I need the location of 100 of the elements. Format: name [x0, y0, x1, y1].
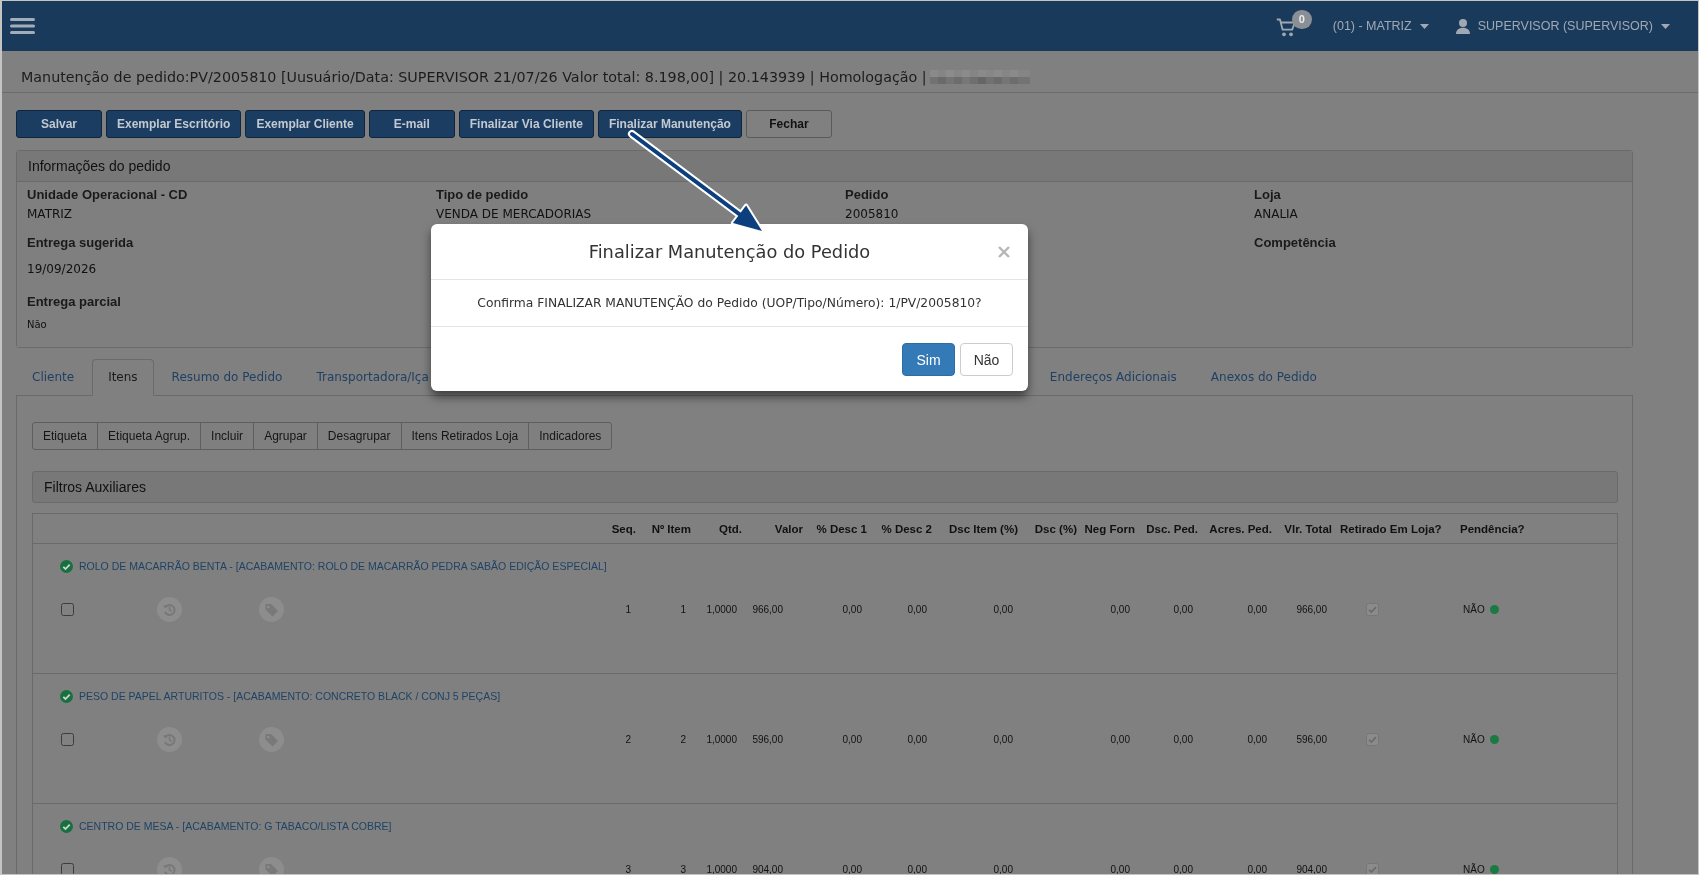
product-link[interactable]: CENTRO DE MESA - [ACABAMENTO: G TABACO/LISTA COBRE]	[79, 820, 392, 832]
column-header: Acres. Ped.	[1209, 522, 1272, 535]
action-button[interactable]: Fechar	[745, 110, 832, 138]
column-header: Neg Forn	[1084, 522, 1135, 535]
check-circle-icon	[60, 559, 73, 573]
table-cell: 1	[625, 604, 631, 615]
toolbar-button[interactable]: Agrupar	[253, 422, 318, 450]
table-cell: 904,00	[752, 864, 783, 874]
row-checkbox[interactable]	[61, 603, 74, 616]
table-cell: 966,00	[1296, 604, 1327, 615]
field-label: Tipo de pedido	[436, 186, 530, 204]
column-header: Retirado Em Loja?	[1340, 522, 1442, 535]
tab[interactable]: Cliente	[16, 359, 91, 396]
row-checkbox[interactable]	[61, 733, 74, 746]
status-text: NÃO	[1463, 864, 1485, 874]
unit-dropdown[interactable]: (01) - MATRIZ	[1332, 19, 1429, 33]
cart-icon[interactable]	[1275, 18, 1296, 37]
tab[interactable]: Itens	[92, 359, 154, 396]
table-cell: 0,00	[1110, 734, 1130, 745]
toolbar-button[interactable]: Indicadores	[528, 422, 613, 450]
table-cell: 596,00	[752, 734, 783, 745]
dialog-message: Confirma FINALIZAR MANUTENÇÃO do Pedido (UOP/Tipo/Número): 1/PV/2005810?	[477, 296, 982, 310]
table-cell: 0,00	[842, 734, 862, 745]
field-value: Não	[27, 318, 48, 332]
table-cell: 0,00	[1173, 864, 1193, 874]
table-cell: 904,00	[1296, 864, 1327, 874]
row-checkbox[interactable]	[61, 863, 74, 874]
caret-icon	[1661, 23, 1670, 29]
toolbar-button[interactable]: Incluir	[200, 422, 255, 450]
table-cell: 0,00	[842, 864, 862, 874]
dialog-title: Finalizar Manutenção do Pedido	[588, 241, 871, 262]
table-cell: 1	[680, 604, 686, 615]
column-header: % Desc 2	[881, 522, 932, 535]
toolbar-button[interactable]: Desagrupar	[316, 422, 402, 450]
filters-panel-heading[interactable]: Filtros Auxiliares	[32, 471, 1618, 503]
action-button[interactable]: E-mail	[368, 110, 455, 138]
column-header: Valor	[774, 522, 803, 535]
column-header: Dsc Item (%)	[948, 522, 1018, 535]
close-icon[interactable]	[998, 245, 1010, 258]
table-cell: 596,00	[1296, 734, 1327, 745]
tab[interactable]: Anexos do Pedido	[1194, 359, 1333, 396]
action-button[interactable]: Finalizar Via Cliente	[458, 110, 594, 138]
table-cell: 1,0000	[706, 734, 737, 745]
status-text: NÃO	[1463, 734, 1485, 745]
table-cell: 3	[680, 864, 686, 874]
toolbar-button[interactable]: Itens Retirados Loja	[400, 422, 530, 450]
table-cell: 0,00	[907, 864, 927, 874]
column-header: Qtd.	[719, 522, 742, 535]
action-button[interactable]: Exemplar Escritório	[106, 110, 242, 138]
tab[interactable]: Resumo do Pedido	[155, 359, 299, 396]
table-cell: 0,00	[1110, 864, 1130, 874]
table-cell: 0,00	[1110, 604, 1130, 615]
table-cell: 0,00	[1247, 734, 1267, 745]
table-cell: 0,00	[1247, 604, 1267, 615]
table-cell: 0,00	[993, 604, 1013, 615]
action-button[interactable]: Finalizar Manutenção	[597, 110, 742, 138]
field-value: 2005810	[845, 206, 900, 223]
product-link[interactable]: PESO DE PAPEL ARTURITOS - [ACABAMENTO: CONCRETO BLACK / CONJ 5 PEÇAS]	[79, 690, 501, 702]
table-cell: 2	[680, 734, 686, 745]
menu-icon[interactable]	[10, 18, 35, 34]
column-header: % Desc 1	[816, 522, 867, 535]
column-header: Nº Item	[651, 522, 691, 535]
dialog-button[interactable]: Sim	[902, 343, 955, 376]
column-header: Vlr. Total	[1284, 522, 1332, 535]
tab[interactable]: Endereços Adicionais	[1033, 359, 1193, 396]
field-value: ANALIA	[1254, 206, 1299, 223]
action-button[interactable]: Exemplar Cliente	[245, 110, 365, 138]
check-circle-icon	[60, 819, 73, 833]
table-cell: 2	[625, 734, 631, 745]
table-cell: 0,00	[993, 864, 1013, 874]
table-cell: 1,0000	[706, 864, 737, 874]
field-value: 19/09/2026	[27, 261, 98, 278]
field-label: Entrega parcial	[27, 293, 122, 311]
column-header: Dsc (%)	[1034, 522, 1077, 535]
table-cell: 0,00	[993, 734, 1013, 745]
table-cell: 0,00	[1173, 734, 1193, 745]
table-cell: 0,00	[842, 604, 862, 615]
table-cell: 1,0000	[706, 604, 737, 615]
field-label: Loja	[1254, 186, 1282, 204]
action-button[interactable]: Salvar	[16, 110, 102, 138]
table-cell: 0,00	[1173, 604, 1193, 615]
dialog-button[interactable]: Não	[960, 343, 1013, 376]
table-cell: 0,00	[1247, 864, 1267, 874]
product-link[interactable]: ROLO DE MACARRÃO BENTA - [ACABAMENTO: ROLO DE MACARRÃO PEDRA SABÃO EDIÇÃO ESPECIAL]	[79, 560, 607, 572]
user-menu[interactable]: SUPERVISOR (SUPERVISOR)	[1455, 18, 1670, 34]
status-text: NÃO	[1463, 604, 1485, 615]
page-title: Manutenção de pedido:PV/2005810 [Uusuário/Data: SUPERVISOR 21/07/26 Valor total: 8.198,00] | 20.143939 | Homologação |	[21, 67, 927, 87]
table-cell: 966,00	[752, 604, 783, 615]
caret-icon	[1419, 23, 1429, 29]
table-cell: 0,00	[907, 734, 927, 745]
toolbar-button[interactable]: Etiqueta	[32, 422, 99, 450]
field-label: Unidade Operacional - CD	[27, 186, 189, 204]
check-circle-icon	[60, 689, 73, 703]
toolbar-button[interactable]: Etiqueta Agrup.	[97, 422, 202, 450]
field-label: Pedido	[845, 186, 890, 204]
field-label: Competência	[1254, 234, 1337, 252]
user-icon	[1455, 18, 1470, 34]
cart-count-badge: 0	[1291, 10, 1312, 29]
field-value: MATRIZ	[27, 206, 74, 223]
field-label: Entrega sugerida	[27, 234, 135, 252]
